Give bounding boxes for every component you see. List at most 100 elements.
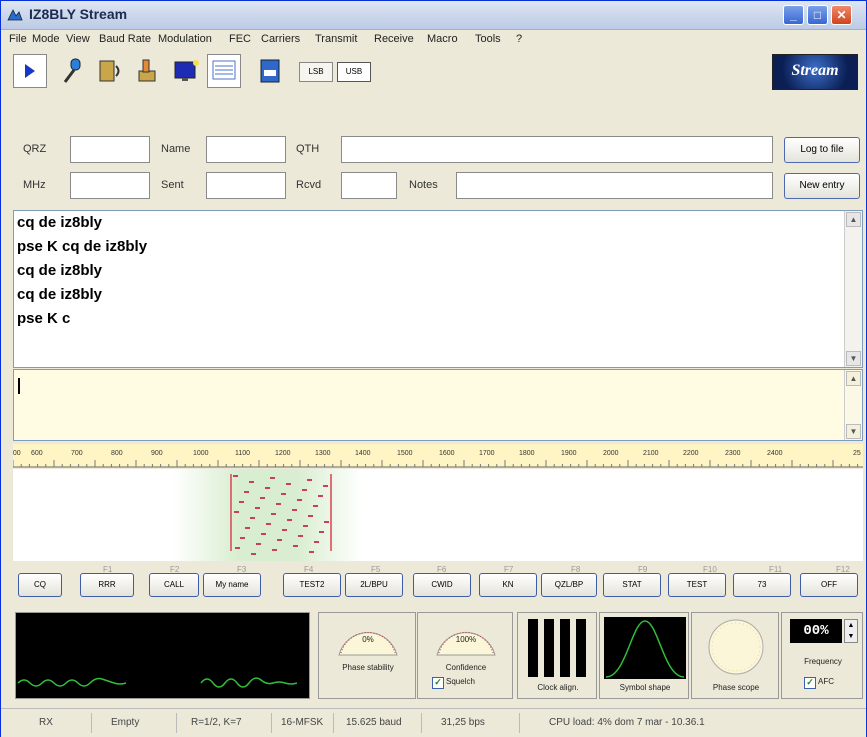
monitor-button[interactable] [169,54,203,88]
receive-scrollbar[interactable]: ▲ ▼ [844,211,862,367]
play-button[interactable] [13,54,47,88]
waterfall-tone [302,489,307,491]
menu-receive[interactable]: Receive [374,33,414,45]
waterfall-tone [235,547,240,549]
menu-macro[interactable]: Macro [427,33,458,45]
ruler-tick: 900 [151,450,163,457]
macro-button-qzlbp[interactable]: QZL/BP [541,573,597,597]
waterfall-tone [265,487,270,489]
waterfall-tone [266,523,271,525]
waterfall-tone [298,535,303,537]
afc-checkbox[interactable]: ✓ [804,677,816,689]
ruler-tick: 500 [13,450,21,457]
squelch-label: Squelch [446,677,475,686]
name-field[interactable] [206,136,286,163]
qth-field[interactable] [341,136,773,163]
transmit-text-area[interactable]: ▲ ▼ [13,369,863,441]
stream-logo: Stream [772,54,858,90]
menu-view[interactable]: View [66,33,90,45]
phase-scope-circle [708,619,764,675]
scroll-up-icon[interactable]: ▲ [846,371,861,386]
macro-button-stat[interactable]: STAT [603,573,661,597]
menu-tools[interactable]: Tools [475,33,501,45]
frequency-spinner[interactable]: ▲ ▼ [844,619,858,643]
microphone-icon [63,58,81,83]
frequency-display: 00% [790,619,842,643]
ruler-tick: 1400 [355,450,371,457]
qsl-button[interactable] [253,54,287,88]
log-window-button[interactable] [207,54,241,88]
log-to-file-button[interactable]: Log to file [784,137,860,163]
microphone-button[interactable] [55,54,89,88]
notes-label: Notes [409,179,438,191]
menu-help[interactable]: ? [516,33,522,45]
ruler-tick: 2400 [767,450,783,457]
waterfall-tone [314,541,319,543]
macro-button-rrr[interactable]: RRR [80,573,134,597]
symbol-shape-plot [604,617,686,679]
maximize-button[interactable]: □ [807,5,828,25]
macro-button-cq[interactable]: CQ [18,573,62,597]
ruler-tick: 2300 [725,450,741,457]
ruler-tick: 1500 [397,450,413,457]
ruler-scale [13,460,863,468]
scroll-down-icon[interactable]: ▼ [846,424,861,439]
waterfall-display[interactable] [13,469,863,561]
qrz-label: QRZ [23,143,47,155]
frequency-ruler[interactable]: 500 600 700 800 900 1000 1100 1200 1300 … [13,444,863,468]
menu-fec[interactable]: FEC [229,33,251,45]
menu-transmit[interactable]: Transmit [315,33,357,45]
waterfall-tone [272,549,277,551]
rcvd-field[interactable] [341,172,397,199]
macro-button-my-name[interactable]: My name [203,573,261,597]
ruler-tick: 1300 [315,450,331,457]
menu-carriers[interactable]: Carriers [261,33,300,45]
waterfall-tone [309,551,314,553]
scroll-down-icon[interactable]: ▼ [846,351,861,366]
macro-button-73[interactable]: 73 [733,573,791,597]
waterfall-tone [324,521,329,523]
close-button[interactable]: ✕ [831,5,852,25]
macro-button-off[interactable]: OFF [800,573,858,597]
ruler-tick: 800 [111,450,123,457]
usb-button[interactable]: USB [337,62,371,82]
waterfall-tone [308,515,313,517]
macro-button-kn[interactable]: KN [479,573,537,597]
macro-button-test2[interactable]: TEST2 [283,573,341,597]
tuning-button[interactable] [131,54,165,88]
symbol-shape-label: Symbol shape [619,683,671,692]
phase-scope-panel: Phase scope [691,612,779,699]
qth-label: QTH [296,143,320,155]
new-entry-button[interactable]: New entry [784,173,860,199]
qrz-field[interactable] [70,136,150,163]
squelch-checkbox[interactable]: ✓ [432,677,444,689]
macro-button-cwid[interactable]: CWID [413,573,471,597]
minimize-button[interactable]: _ [783,5,804,25]
status-bar: RX Empty R=1/2, K=7 16-MFSK 15.625 baud … [1,708,866,737]
receive-text-area[interactable]: cq de iz8bly pse K cq de iz8bly cq de iz… [13,210,863,368]
waterfall-tone [261,533,266,535]
waterfall-tone [271,513,276,515]
receive-line: cq de iz8bly [17,286,103,303]
speaker-button[interactable] [93,54,127,88]
macro-button-2lbpu[interactable]: 2L/BPU [345,573,403,597]
macro-button-call[interactable]: CALL [149,573,199,597]
clock-align-bars [528,619,586,677]
lsb-button[interactable]: LSB [299,62,333,82]
macro-button-test[interactable]: TEST [668,573,726,597]
status-bps: 31,25 bps [441,717,485,728]
scroll-up-icon[interactable]: ▲ [846,212,861,227]
waterfall-tone [297,499,302,501]
menu-file[interactable]: File [9,33,27,45]
confidence-value: 100% [455,635,477,644]
sent-field[interactable] [206,172,286,199]
notes-field[interactable] [456,172,773,199]
menu-mode[interactable]: Mode [32,33,60,45]
menu-baud-rate[interactable]: Baud Rate [99,33,151,45]
ruler-tick: 1000 [193,450,209,457]
transmit-scrollbar[interactable]: ▲ ▼ [844,370,862,440]
waterfall-tone [281,493,286,495]
menu-modulation[interactable]: Modulation [158,33,212,45]
status-fec: R=1/2, K=7 [191,717,242,728]
mhz-field[interactable] [70,172,150,199]
